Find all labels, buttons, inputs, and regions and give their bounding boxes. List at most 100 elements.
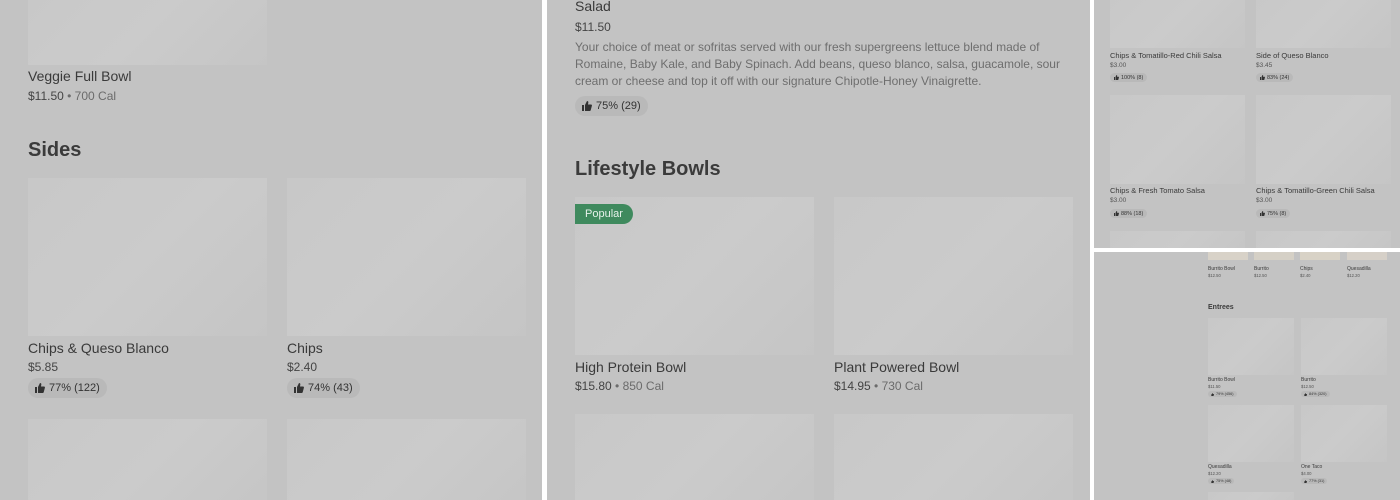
section-heading-lifestyle-bowls: Lifestyle Bowls [575,158,721,180]
menu-item-image[interactable] [1208,492,1294,500]
menu-item-title[interactable]: Quesadilla [1208,464,1232,470]
rating-text: 100% (8) [1121,74,1144,81]
rating-badge: 77% (122) [28,378,107,398]
menu-item-image[interactable] [28,0,267,65]
menu-item-image[interactable] [1110,95,1245,184]
menu-item-image[interactable] [1300,252,1340,260]
menu-item-image[interactable] [1110,231,1245,248]
rating-badge: 84% (320) [1301,391,1330,397]
menu-item-price: $3.00 [1110,197,1127,204]
rating-badge: 83% (24) [1256,73,1294,82]
menu-item-price: $12.20 [1347,273,1360,278]
menu-item-image[interactable] [834,197,1073,355]
menu-item-price: $11.50 [575,20,611,34]
menu-item-title[interactable]: Burrito [1254,266,1269,272]
menu-item-price: $11.50 • 700 Cal [28,89,117,103]
rating-text: 75% (48) [1216,479,1232,483]
menu-item-image[interactable] [575,414,814,500]
screenshot-collage: Veggie Full Bowl $11.50 • 700 Cal Sides … [0,0,1400,500]
menu-item-title[interactable]: Burrito [1301,377,1316,383]
menu-item-image[interactable] [1256,95,1391,184]
thumbs-up-icon [582,101,592,111]
rating-text: 75% (29) [596,100,641,112]
rating-text: 84% (320) [1309,392,1327,396]
rating-text: 88% (18) [1121,210,1144,217]
menu-item-image[interactable] [1301,318,1387,375]
rating-badge: 75% (48) [1208,478,1235,484]
rating-text: 83% (24) [1267,74,1290,81]
rating-text: 77% (122) [49,382,100,394]
menu-item-image[interactable] [28,178,267,336]
rating-badge: 75% (8) [1256,209,1291,218]
menu-item-price: $5.85 [28,360,59,374]
thumbs-up-icon [1114,211,1119,216]
thumbs-up-icon [1260,211,1265,216]
rating-text: 74% (43) [308,382,353,394]
menu-item-price: $3.00 [1256,197,1273,204]
menu-item-image[interactable] [1208,318,1294,375]
rating-badge: 79% (456) [1208,391,1237,397]
menu-item-price: $12.50 [1301,384,1314,389]
menu-item-price: $2.40 [287,360,318,374]
menu-item-image[interactable] [1301,405,1387,462]
thumbs-up-icon [1211,479,1214,483]
popular-badge: Popular [575,204,633,224]
menu-item-price: $2.40 [1300,273,1311,278]
menu-item-price: $12.50 [1254,273,1267,278]
menu-item-image[interactable] [1254,252,1294,260]
menu-item-title[interactable]: Chips & Queso Blanco [28,340,169,356]
menu-item-title[interactable]: Chips [287,340,323,356]
menu-item-title[interactable]: One Taco [1301,464,1322,470]
menu-item-price: $3.00 [1110,62,1127,69]
menu-panel-entrees: Burrito Bowl $12.50 Burrito $12.50 Chips… [1094,252,1400,500]
rating-badge: 75% (29) [575,96,648,116]
thumbs-up-icon [1304,392,1307,396]
menu-item-image[interactable] [28,419,267,500]
thumbs-up-icon [294,383,304,393]
menu-item-image[interactable] [1256,231,1391,248]
menu-item-price: $14.95 • 730 Cal [834,379,923,393]
menu-item-title[interactable]: Veggie Full Bowl [28,68,132,84]
menu-item-title[interactable]: Chips & Fresh Tomato Salsa [1110,186,1205,195]
menu-item-image[interactable] [1208,405,1294,462]
rating-badge: 88% (18) [1110,209,1148,218]
menu-item-image[interactable] [287,178,526,336]
menu-item-image[interactable] [1256,0,1391,48]
menu-item-image[interactable] [287,419,526,500]
menu-item-price: $12.50 [1208,273,1221,278]
section-heading-sides: Sides [28,139,82,161]
rating-text: 75% (8) [1267,210,1287,217]
menu-panel-lifestyle-bowls: Salad $11.50 Your choice of meat or sofr… [547,0,1090,500]
rating-badge: 100% (8) [1110,73,1148,82]
menu-item-price: $12.20 [1208,471,1221,476]
rating-text: 77% (31) [1309,479,1325,483]
menu-item-title[interactable]: Salad [575,0,611,14]
menu-item-price: $3.45 [1256,62,1273,69]
menu-item-title[interactable]: Chips [1300,266,1313,272]
menu-item-image[interactable] [1110,0,1245,48]
menu-item-title[interactable]: Plant Powered Bowl [834,359,959,375]
rating-badge: 77% (31) [1301,478,1328,484]
thumbs-up-icon [1211,392,1214,396]
menu-item-image[interactable] [834,414,1073,500]
menu-item-title[interactable]: Side of Queso Blanco [1256,51,1329,60]
menu-item-price: $11.50 [1208,384,1221,389]
section-heading-entrees: Entrees [1208,304,1234,311]
menu-item-price: $4.00 [1301,471,1312,476]
thumbs-up-icon [1114,75,1119,80]
menu-item-image[interactable] [1208,252,1248,260]
menu-item-title[interactable]: Chips & Tomatillo-Red Chili Salsa [1110,51,1222,60]
menu-item-title[interactable]: High Protein Bowl [575,359,686,375]
menu-item-title[interactable]: Quesadilla [1347,266,1371,272]
thumbs-up-icon [35,383,45,393]
menu-item-title[interactable]: Chips & Tomatillo-Green Chili Salsa [1256,186,1375,195]
menu-item-title[interactable]: Burrito Bowl [1208,266,1235,272]
thumbs-up-icon [1260,75,1265,80]
menu-panel-salsas: Chips & Tomatillo-Red Chili Salsa $3.00 … [1094,0,1400,248]
menu-item-price: $15.80 • 850 Cal [575,379,664,393]
menu-item-description: Your choice of meat or sofritas served w… [575,40,1060,88]
menu-item-title[interactable]: Burrito Bowl [1208,377,1235,383]
menu-item-image[interactable] [1347,252,1387,260]
menu-panel-sides: Veggie Full Bowl $11.50 • 700 Cal Sides … [0,0,542,500]
rating-badge: 74% (43) [287,378,360,398]
